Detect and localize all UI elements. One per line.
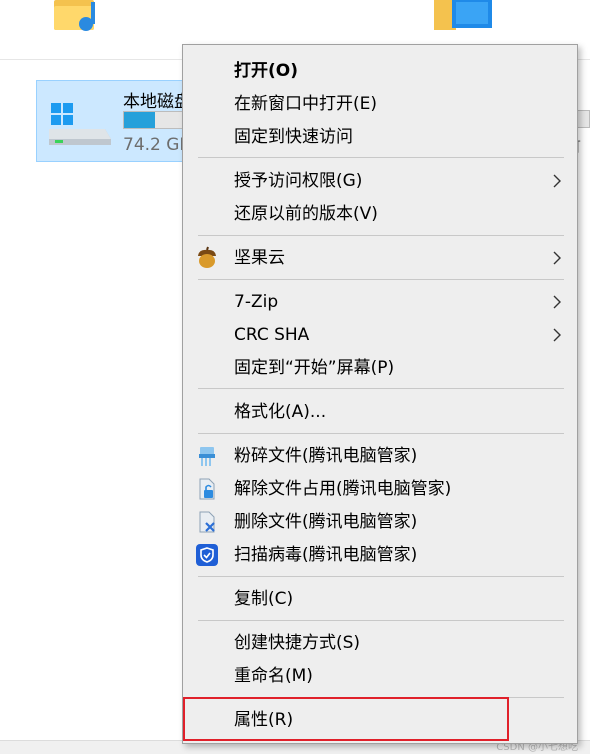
menu-item-7zip[interactable]: 7-Zip [185, 286, 575, 318]
menu-item-shred-file[interactable]: 粉碎文件(腾讯电脑管家) [185, 440, 575, 472]
menu-item-label: 7-Zip [234, 292, 279, 312]
menu-item-restore-versions[interactable]: 还原以前的版本(V) [185, 198, 575, 230]
drive-usage-fill [124, 112, 155, 128]
menu-item-pin-quick-access[interactable]: 固定到快速访问 [185, 121, 575, 153]
chevron-right-icon [553, 174, 561, 188]
menu-separator [198, 433, 564, 434]
menu-item-copy[interactable]: 复制(C) [185, 583, 575, 615]
delete-file-icon [199, 511, 215, 533]
menu-item-label: 固定到“开始”屏幕(P) [234, 358, 395, 378]
hard-drive-icon [49, 103, 111, 145]
menu-item-label: 在新窗口中打开(E) [234, 94, 378, 114]
context-menu: 打开(O) 在新窗口中打开(E) 固定到快速访问 授予访问权限(G) 还原以前的… [182, 44, 578, 744]
menu-item-label: 重命名(M) [234, 666, 313, 686]
properties-highlight-box [183, 697, 509, 741]
chevron-right-icon [553, 328, 561, 342]
menu-separator [198, 157, 564, 158]
menu-separator [198, 388, 564, 389]
chevron-right-icon [553, 295, 561, 309]
menu-item-label: 打开(O) [234, 61, 298, 81]
menu-item-label: 删除文件(腾讯电脑管家) [234, 512, 418, 532]
menu-item-label: 粉碎文件(腾讯电脑管家) [234, 446, 418, 466]
menu-item-delete-file[interactable]: 删除文件(腾讯电脑管家) [185, 506, 575, 538]
menu-item-label: 还原以前的版本(V) [234, 204, 378, 224]
menu-item-crc-sha[interactable]: CRC SHA [185, 319, 575, 351]
menu-item-label: 创建快捷方式(S) [234, 633, 361, 653]
menu-item-format[interactable]: 格式化(A)... [185, 396, 575, 428]
desktop-folder-icon[interactable] [432, 0, 496, 32]
menu-item-label: 授予访问权限(G) [234, 171, 363, 191]
menu-item-rename[interactable]: 重命名(M) [185, 660, 575, 692]
menu-item-jianguoyun[interactable]: 坚果云 [185, 242, 575, 274]
menu-separator [198, 576, 564, 577]
menu-item-give-access[interactable]: 授予访问权限(G) [185, 165, 575, 197]
menu-item-label: 解除文件占用(腾讯电脑管家) [234, 479, 452, 499]
menu-item-label: 复制(C) [234, 589, 294, 609]
drive-size: 74.2 GB [123, 135, 192, 155]
music-folder-icon[interactable] [52, 0, 112, 32]
menu-item-label: 坚果云 [234, 248, 285, 268]
menu-item-pin-start[interactable]: 固定到“开始”屏幕(P) [185, 352, 575, 384]
shield-scan-icon [196, 544, 218, 566]
local-disk-tile[interactable]: 本地磁盘 74.2 GB [36, 80, 196, 162]
chevron-right-icon [553, 251, 561, 265]
unlock-file-icon [199, 478, 215, 500]
nut-icon [198, 246, 216, 268]
menu-item-label: CRC SHA [234, 325, 310, 345]
menu-item-unlock-file[interactable]: 解除文件占用(腾讯电脑管家) [185, 473, 575, 505]
drive-name: 本地磁盘 [123, 92, 191, 112]
menu-item-open-new-window[interactable]: 在新窗口中打开(E) [185, 88, 575, 120]
menu-item-scan-virus[interactable]: 扫描病毒(腾讯电脑管家) [185, 539, 575, 571]
menu-item-open[interactable]: 打开(O) [185, 55, 575, 87]
menu-separator [198, 279, 564, 280]
menu-separator [198, 235, 564, 236]
menu-item-label: 固定到快速访问 [234, 127, 353, 147]
shredder-icon [199, 447, 215, 466]
menu-item-label: 扫描病毒(腾讯电脑管家) [234, 545, 418, 565]
menu-separator [198, 620, 564, 621]
menu-item-label: 格式化(A)... [234, 402, 327, 422]
menu-item-create-shortcut[interactable]: 创建快捷方式(S) [185, 627, 575, 659]
